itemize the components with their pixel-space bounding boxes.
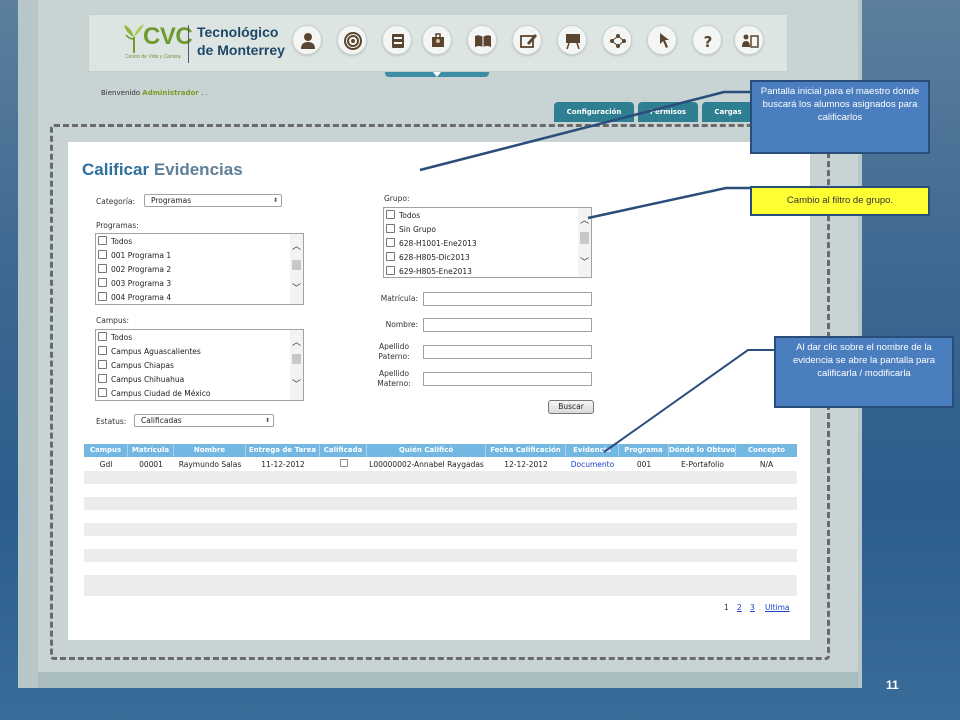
callout-initial-screen: Pantalla inicial para el maestro donde b… [750,80,930,154]
callout-evidence-click: Al dar clic sobre el nombre de la eviden… [774,336,954,408]
callout-group-filter: Cambio al filtro de grupo. [750,186,930,216]
connector-line [587,186,752,220]
connector-line [419,90,752,172]
connector-line [603,349,776,453]
slide-number: 11 [886,678,899,692]
